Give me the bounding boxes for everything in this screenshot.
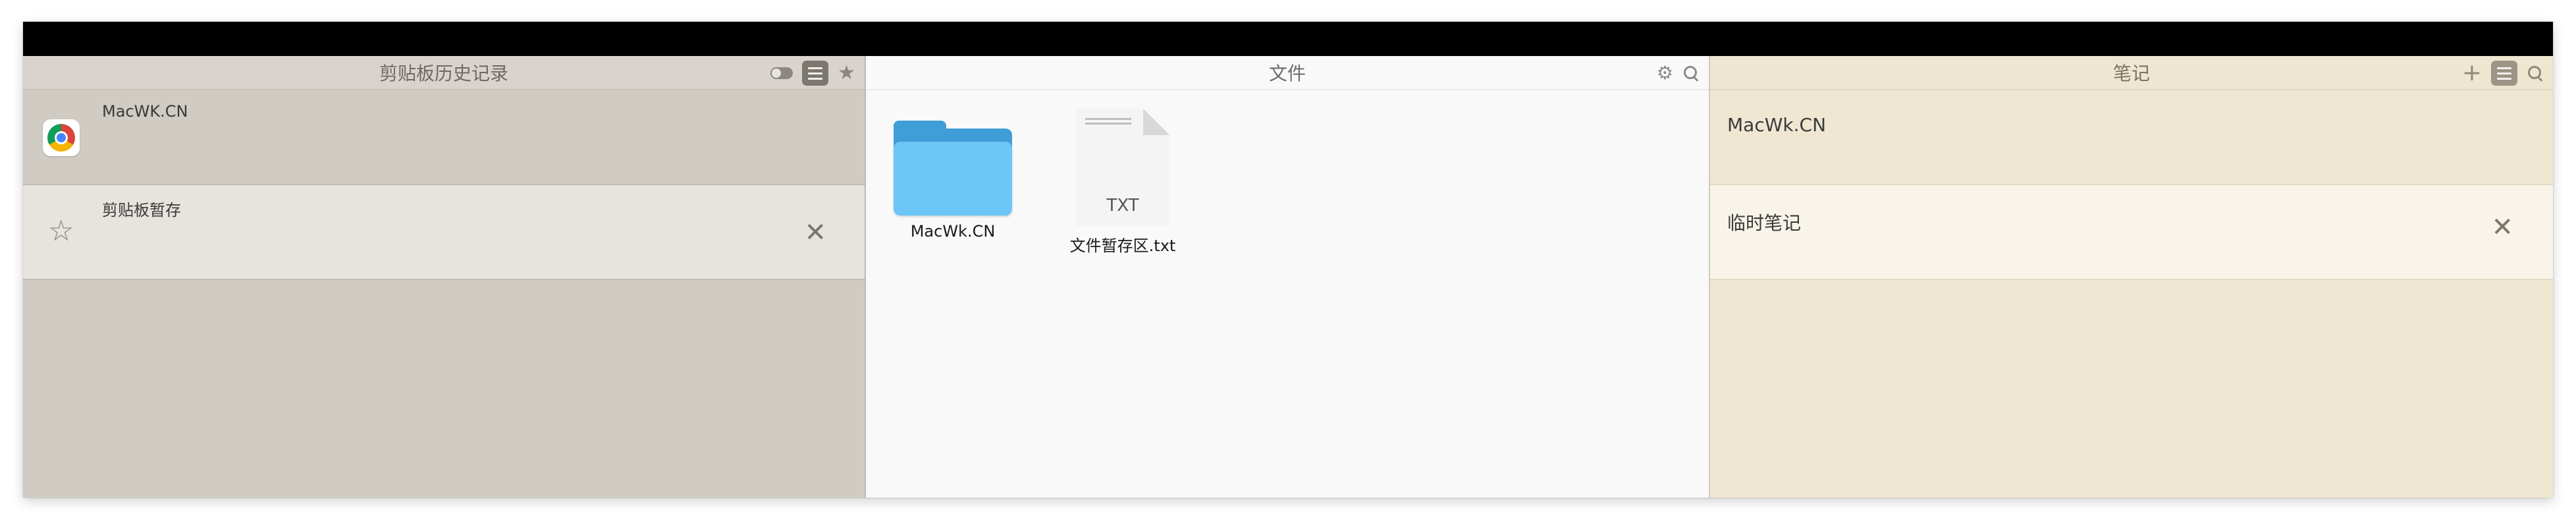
folder-icon xyxy=(894,115,1012,216)
plus-icon[interactable]: + xyxy=(2462,61,2482,85)
file-item-folder[interactable]: MacWk.CN xyxy=(887,115,1019,241)
close-icon[interactable]: ✕ xyxy=(2491,214,2513,241)
list-icon[interactable] xyxy=(802,61,829,86)
file-type-badge: TXT xyxy=(1106,196,1139,216)
file-name: 文件暂存区.txt xyxy=(1069,237,1176,255)
gear-icon[interactable]: ⚙ xyxy=(1657,64,1673,82)
note-item[interactable]: MacWk.CN xyxy=(1710,90,2553,185)
clipboard-item-text: 剪贴板暂存 xyxy=(102,201,181,219)
note-item-selected[interactable]: 临时笔记 ✕ xyxy=(1710,185,2553,280)
file-name: MacWk.CN xyxy=(910,222,996,241)
clipboard-pinned-item[interactable]: ☆ 剪贴板暂存 ✕ xyxy=(23,185,865,280)
note-title: MacWk.CN xyxy=(1727,114,1827,136)
star-filled-icon[interactable]: ★ xyxy=(838,63,855,83)
list-icon[interactable] xyxy=(2491,61,2517,86)
notes-pane-title: 笔记 xyxy=(2112,63,2150,84)
panes-container: 剪贴板历史记录 ★ MacWK.CN ☆ 剪贴板暂存 ✕ 文件 ⚙ MacWk.… xyxy=(23,56,2553,498)
note-title: 临时笔记 xyxy=(1727,212,1802,234)
clipboard-toolbar: ★ xyxy=(770,56,855,90)
star-outline-icon[interactable]: ☆ xyxy=(48,217,74,246)
files-toolbar: ⚙ xyxy=(1657,56,1700,90)
app-window: 剪贴板历史记录 ★ MacWK.CN ☆ 剪贴板暂存 ✕ 文件 ⚙ MacWk.… xyxy=(23,22,2553,498)
clipboard-history-pane: 剪贴板历史记录 ★ MacWK.CN ☆ 剪贴板暂存 ✕ xyxy=(23,56,866,498)
search-icon[interactable] xyxy=(2527,65,2544,82)
search-icon[interactable] xyxy=(1682,65,1700,82)
files-pane: 文件 ⚙ MacWk.CN TXT 文件暂存区.txt xyxy=(866,56,1710,498)
top-bar xyxy=(23,22,2553,56)
file-item-txt[interactable]: TXT 文件暂存区.txt xyxy=(1057,109,1189,256)
notes-pane: 笔记 + MacWk.CN 临时笔记 ✕ xyxy=(1710,56,2553,498)
clipboard-pane-header: 剪贴板历史记录 ★ xyxy=(23,56,865,90)
clipboard-history-item[interactable]: MacWK.CN xyxy=(23,90,865,185)
close-icon[interactable]: ✕ xyxy=(804,219,826,246)
toggle-icon[interactable] xyxy=(770,67,793,79)
notes-pane-header: 笔记 + xyxy=(1710,56,2553,90)
clipboard-pane-title: 剪贴板历史记录 xyxy=(379,63,508,84)
files-pane-title: 文件 xyxy=(1268,63,1306,84)
files-pane-header: 文件 ⚙ xyxy=(866,56,1709,90)
clipboard-item-text: MacWK.CN xyxy=(102,102,188,121)
txt-file-icon: TXT xyxy=(1076,109,1169,226)
chrome-icon xyxy=(43,119,80,156)
notes-toolbar: + xyxy=(2462,56,2544,90)
